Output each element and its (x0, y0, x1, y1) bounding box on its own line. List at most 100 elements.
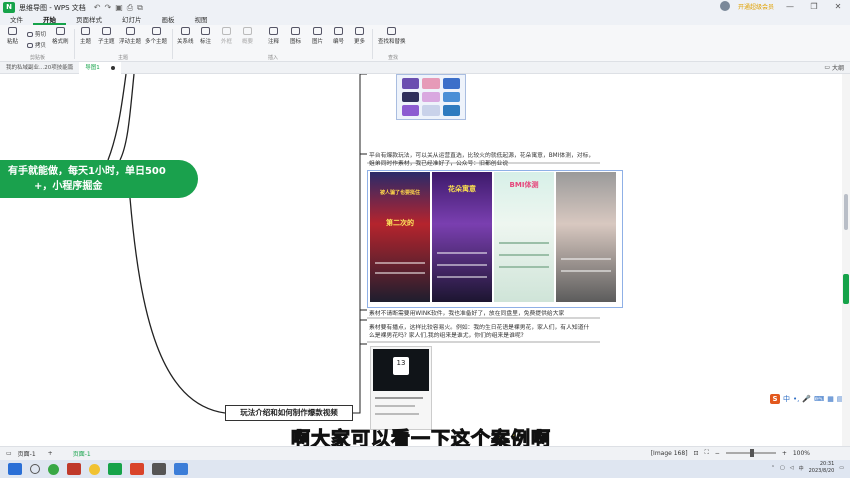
zoom-level[interactable]: 100% (793, 450, 810, 457)
tab-doc-2[interactable]: 导图1 (79, 61, 121, 74)
main-topic-button[interactable]: 主题 (80, 27, 91, 45)
pencil-icon (269, 27, 278, 35)
copy-button[interactable]: 拷贝 (27, 41, 46, 49)
more-button[interactable]: 更多 (354, 27, 365, 45)
menu-view[interactable]: 视图 (185, 15, 218, 25)
note-button[interactable]: 注释 (268, 27, 279, 45)
zoom-slider-knob[interactable] (749, 449, 754, 457)
zoom-out-icon[interactable]: − (715, 450, 720, 457)
microphone-icon[interactable]: 🎤 (802, 395, 811, 403)
relation-icon (180, 27, 190, 35)
float-topic-icon (125, 27, 135, 35)
add-page-button[interactable]: + (48, 450, 53, 457)
clock[interactable]: 20:31 2023/8/20 (809, 461, 835, 475)
outline-button[interactable]: ▭ 大纲 (824, 63, 844, 72)
menu-home[interactable]: 开始 (33, 15, 66, 25)
fullscreen-icon[interactable]: ⛶ (705, 449, 709, 457)
quick-access-toolbar: ↶ ↷ ▣ ⎙ ⧉ (94, 3, 143, 13)
start-icon[interactable] (8, 463, 22, 475)
scrollbar-marker (843, 274, 849, 304)
outline-frame-button[interactable]: 外框 (221, 27, 232, 45)
vertical-scrollbar[interactable] (842, 74, 850, 446)
find-replace-button[interactable]: 查找和替换 (378, 27, 406, 45)
print-icon[interactable]: ⎙ (127, 3, 133, 13)
zoom-in-icon[interactable]: + (782, 450, 787, 457)
group-label-topic: 主题 (118, 55, 129, 61)
app-icon[interactable] (48, 463, 59, 475)
tab-doc-1[interactable]: 我的私域副业...20项技能篇 (0, 62, 79, 74)
export-icon[interactable]: ⧉ (137, 3, 143, 13)
label-button[interactable]: 标注 (200, 27, 211, 45)
fit-icon[interactable]: ⊡ (694, 450, 699, 457)
brush-icon (55, 27, 65, 35)
punctuation-icon[interactable]: •, (793, 395, 799, 403)
mindmap-canvas[interactable]: 有手就能做，每天1小时，单日500 +，小程序掘金 平台有爆款玩法，可以关从运营… (0, 74, 842, 446)
notification-icon[interactable]: ▭ (839, 465, 844, 471)
phone-screenshot-image[interactable]: 13 (370, 346, 432, 430)
search-icon[interactable] (30, 464, 40, 474)
network-icon[interactable]: ▢ (780, 465, 785, 471)
ime-toolbar[interactable]: S 中 •, 🎤 ⌨ ▦ ▤ (770, 394, 842, 404)
close-button[interactable]: ✕ (830, 2, 846, 11)
unsaved-dot-icon (110, 65, 115, 70)
main-branch-node[interactable]: 有手就能做，每天1小时，单日500 +，小程序掘金 (0, 160, 198, 198)
undo-icon[interactable]: ↶ (94, 3, 101, 13)
chrome-icon[interactable] (89, 463, 100, 475)
status-bar: ▭ 页面-1 + 页面-1 [Image 168] ⊡ ⛶ − + 100% (0, 446, 850, 460)
multi-topic-button[interactable]: 多个主题 (145, 27, 167, 45)
menu-slides[interactable]: 幻灯片 (112, 15, 152, 25)
connector-top (107, 74, 127, 161)
chevron-up-icon[interactable]: ⌃ (771, 465, 775, 471)
app-icon[interactable] (174, 463, 188, 475)
skin-icon[interactable]: ▦ (827, 395, 834, 403)
page-panel-icon[interactable]: ▭ (6, 450, 12, 457)
collage-tile (402, 78, 420, 89)
note-wink-software[interactable]: 素材不请断需要用WINK软件，我也准备好了，放在同盘里，免费提供给大家 (369, 310, 619, 318)
main-branch-line-1: 有手就能做，每天1小时，单日500 (8, 166, 166, 177)
maximize-button[interactable]: ❐ (806, 2, 822, 11)
page-selector[interactable]: 页面-1 (18, 449, 36, 458)
paste-button[interactable]: 粘贴 (7, 27, 18, 45)
topic-node-gameplay[interactable]: 玩法介绍和如何制作爆款视频 (225, 405, 353, 421)
number-button[interactable]: 编号 (333, 27, 344, 45)
vip-link[interactable]: 开通超级会员 (738, 2, 774, 11)
wps-mindmap-icon[interactable] (108, 463, 122, 475)
menu-page-style[interactable]: 页面样式 (66, 15, 112, 25)
collage-tile (422, 78, 440, 89)
relation-line-button[interactable]: 关系线 (177, 27, 194, 45)
sub-topic-button[interactable]: 子主题 (98, 27, 115, 45)
zoom-slider[interactable] (725, 449, 776, 457)
collage-tile (442, 105, 460, 116)
image-button[interactable]: 图片 (312, 27, 323, 45)
frame-icon (222, 27, 231, 35)
avatar[interactable] (719, 1, 730, 11)
menu-file[interactable]: 文件 (0, 15, 33, 25)
app-icon[interactable] (67, 463, 81, 475)
copy-icon (27, 42, 33, 48)
group-separator (172, 29, 173, 59)
menu-canvas[interactable]: 画板 (152, 15, 185, 25)
app-icon[interactable] (130, 463, 144, 475)
icon-button[interactable]: 图标 (290, 27, 301, 45)
float-topic-button[interactable]: 浮动主题 (119, 27, 141, 45)
keyboard-icon[interactable]: ⌨ (814, 395, 824, 403)
collage-tile (422, 105, 440, 116)
summary-button[interactable]: 概要 (242, 27, 253, 45)
minimize-button[interactable]: — (782, 2, 798, 11)
save-icon[interactable]: ▣ (115, 3, 123, 13)
redo-icon[interactable]: ↷ (105, 3, 112, 13)
app-icon[interactable] (152, 463, 166, 475)
input-method-icon[interactable]: 中 (799, 465, 804, 472)
system-tray: ⌃ ▢ ◁ 中 20:31 2023/8/20 ▭ (771, 461, 844, 475)
video-shot-4 (556, 172, 616, 302)
format-painter-button[interactable]: 格式刷 (52, 27, 69, 45)
note-platform-tips[interactable]: 平台有爆款玩法，可以关从运营直选，比较火的就低起源，花朵寓意，BMI体测，对标，… (369, 152, 619, 168)
cut-button[interactable]: 剪切 (27, 30, 46, 38)
group-separator (74, 29, 75, 59)
note-material-tips[interactable]: 素材要有播点，这样比较容易火。例如：我的生日花语是裸男花，家人们，有人知道什 么… (369, 324, 619, 340)
volume-icon[interactable]: ◁ (790, 465, 794, 471)
scrollbar-thumb[interactable] (844, 194, 848, 230)
phone-collage-image[interactable] (396, 74, 466, 120)
sheet-tab[interactable]: 页面-1 (73, 449, 91, 458)
ime-lang[interactable]: 中 (783, 394, 790, 404)
